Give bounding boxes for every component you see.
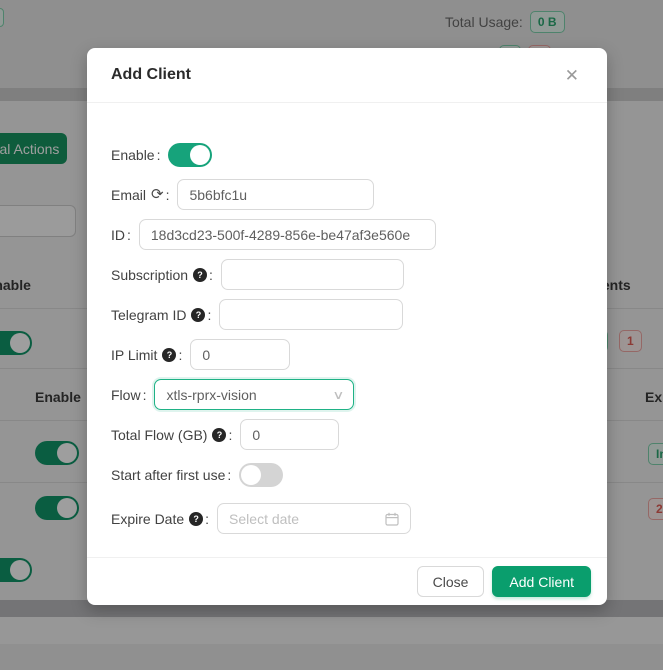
question-icon[interactable]: ? bbox=[193, 268, 207, 282]
telegram-id-label: Telegram ID ? : bbox=[111, 307, 219, 323]
modal-title: Add Client bbox=[111, 66, 561, 84]
sync-icon[interactable]: ⟳ bbox=[151, 187, 164, 202]
flow-select[interactable]: xtls-rprx-vision ∨ bbox=[154, 379, 354, 410]
start-after-first-use-label: Start after first use: bbox=[111, 467, 239, 483]
enable-row: Enable: bbox=[111, 139, 583, 170]
enable-label: Enable: bbox=[111, 147, 168, 163]
enable-toggle[interactable] bbox=[168, 143, 212, 167]
email-row: Email ⟳ : bbox=[111, 179, 583, 210]
flow-label: Flow: bbox=[111, 387, 154, 403]
total-flow-field[interactable] bbox=[240, 419, 339, 450]
modal-header: Add Client ✕ bbox=[87, 48, 607, 103]
flow-row: Flow: xtls-rprx-vision ∨ bbox=[111, 379, 583, 410]
close-icon[interactable]: ✕ bbox=[561, 63, 583, 88]
add-client-button[interactable]: Add Client bbox=[492, 566, 591, 597]
total-flow-label: Total Flow (GB) ? : bbox=[111, 427, 240, 443]
question-icon[interactable]: ? bbox=[191, 308, 205, 322]
add-client-modal: Add Client ✕ Enable: Email ⟳ : ID: bbox=[87, 48, 607, 605]
question-icon[interactable]: ? bbox=[189, 512, 203, 526]
id-row: ID: bbox=[111, 219, 583, 250]
question-icon[interactable]: ? bbox=[212, 428, 226, 442]
total-flow-row: Total Flow (GB) ? : bbox=[111, 419, 583, 450]
telegram-id-field[interactable] bbox=[219, 299, 403, 330]
subscription-row: Subscription ? : bbox=[111, 259, 583, 290]
ip-limit-field[interactable] bbox=[190, 339, 290, 370]
id-label: ID: bbox=[111, 227, 139, 243]
calendar-icon bbox=[385, 512, 399, 526]
start-after-first-use-toggle[interactable] bbox=[239, 463, 283, 487]
chevron-down-icon: ∨ bbox=[332, 388, 344, 402]
email-field[interactable] bbox=[177, 179, 374, 210]
start-after-first-use-row: Start after first use: bbox=[111, 459, 583, 490]
ip-limit-row: IP Limit ? : bbox=[111, 339, 583, 370]
id-field[interactable] bbox=[139, 219, 436, 250]
modal-footer: Close Add Client bbox=[87, 557, 607, 605]
flow-selected-value: xtls-rprx-vision bbox=[166, 387, 333, 403]
expire-date-placeholder: Select date bbox=[229, 511, 385, 527]
subscription-field[interactable] bbox=[221, 259, 404, 290]
email-label: Email ⟳ : bbox=[111, 187, 177, 203]
expire-date-row: Expire Date ? : Select date bbox=[111, 503, 583, 534]
expire-date-label: Expire Date ? : bbox=[111, 511, 217, 527]
subscription-label: Subscription ? : bbox=[111, 267, 221, 283]
modal-body: Enable: Email ⟳ : ID: Subscription ? : bbox=[87, 103, 607, 534]
expire-date-picker[interactable]: Select date bbox=[217, 503, 411, 534]
ip-limit-label: IP Limit ? : bbox=[111, 347, 190, 363]
close-button[interactable]: Close bbox=[417, 566, 485, 597]
telegram-id-row: Telegram ID ? : bbox=[111, 299, 583, 330]
question-icon[interactable]: ? bbox=[162, 348, 176, 362]
